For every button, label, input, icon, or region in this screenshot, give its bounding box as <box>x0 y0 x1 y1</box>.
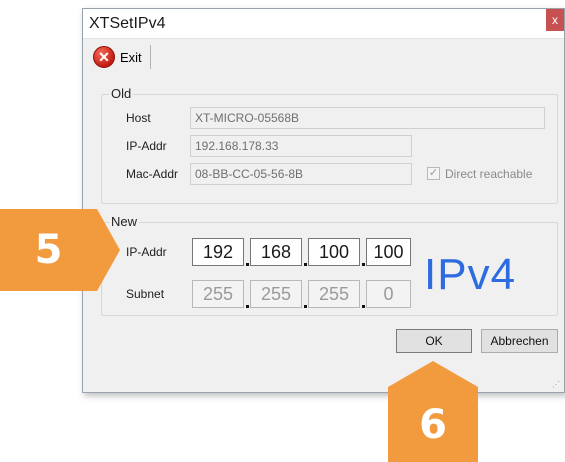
ip-dot <box>362 263 365 266</box>
toolbar: ✕ Exit <box>83 39 564 73</box>
step-5-arrow <box>97 209 120 291</box>
old-ip-label: IP-Addr <box>126 139 167 153</box>
exit-label: Exit <box>120 49 142 65</box>
close-button[interactable]: x <box>546 9 564 31</box>
ip-octet-1[interactable]: 192 <box>192 238 244 266</box>
subnet-octet-1[interactable]: 255 <box>192 280 244 308</box>
subnet-octet-4[interactable]: 0 <box>366 280 411 308</box>
resize-grip[interactable]: ⋰ <box>552 380 560 389</box>
cancel-button[interactable]: Abbrechen <box>481 329 558 353</box>
subnet-dot <box>246 305 249 308</box>
ip-octet-4[interactable]: 100 <box>366 238 411 266</box>
new-ip-label: IP-Addr <box>126 245 167 259</box>
old-group: Old Host XT-MICRO-05568B IP-Addr 192.168… <box>101 86 558 204</box>
window-title: XTSetIPv4 <box>89 15 166 32</box>
subnet-dot <box>304 305 307 308</box>
ip-octet-3[interactable]: 100 <box>308 238 360 266</box>
ipv4-heading: IPv4 <box>424 250 517 299</box>
old-group-label: Old <box>109 86 134 101</box>
step-6-callout: 6 <box>388 387 478 462</box>
subnet-dot <box>362 305 365 308</box>
host-label: Host <box>126 111 151 125</box>
subnet-octet-2[interactable]: 255 <box>250 280 302 308</box>
direct-reachable-label: Direct reachable <box>445 167 533 181</box>
ok-button[interactable]: OK <box>396 329 472 353</box>
new-group: New IP-Addr 192 168 100 100 Subnet 255 2… <box>101 214 558 316</box>
direct-reachable-checkbox[interactable]: ✓ <box>427 167 440 180</box>
ip-octet-2[interactable]: 168 <box>250 238 302 266</box>
step-6-arrow <box>388 361 478 387</box>
title-bar: XTSetIPv4 x <box>83 9 564 39</box>
step-5-callout: 5 <box>0 209 97 291</box>
exit-button[interactable]: ✕ Exit <box>93 45 151 69</box>
subnet-octet-3[interactable]: 255 <box>308 280 360 308</box>
ip-dot <box>304 263 307 266</box>
xtsetipv4-dialog: XTSetIPv4 x ✕ Exit Old Host XT-MICRO-055… <box>82 8 565 393</box>
exit-icon: ✕ <box>93 46 115 68</box>
old-mac-field: 08-BB-CC-05-56-8B <box>190 163 412 185</box>
ip-dot <box>246 263 249 266</box>
mac-label: Mac-Addr <box>126 167 179 181</box>
old-ip-field: 192.168.178.33 <box>190 135 412 157</box>
subnet-label: Subnet <box>126 287 165 301</box>
old-host-field: XT-MICRO-05568B <box>190 107 545 129</box>
